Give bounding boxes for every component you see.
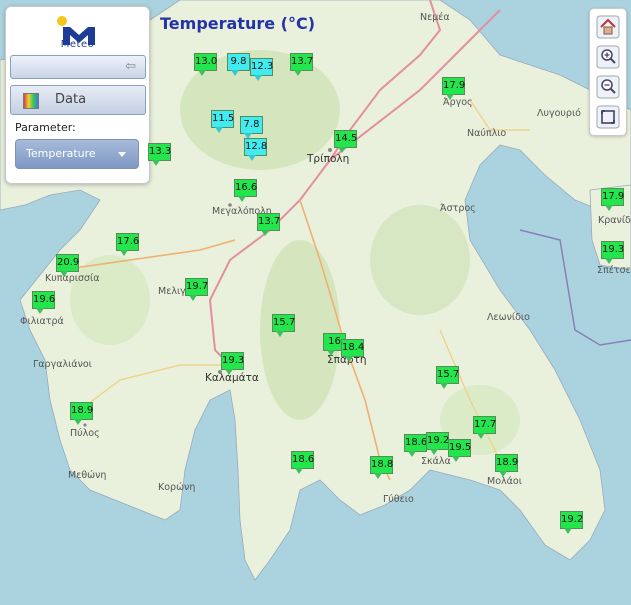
control-panel: Meteo ⇦ Data Parameter: Temperature [5,6,150,184]
place-label: Λυγουριό [537,108,581,119]
home-icon[interactable] [596,15,620,39]
station-marker[interactable]: 18.8 [370,456,393,479]
station-marker[interactable]: 18.9 [495,454,518,477]
station-marker[interactable]: 18.6 [404,434,427,457]
place-label: Γύθειο [383,494,414,505]
station-marker[interactable]: 19.2 [426,432,449,455]
zoom-extent-icon[interactable] [596,105,620,129]
station-marker[interactable]: 19.3 [601,241,624,264]
place-label: Μελιγ [158,286,186,297]
map-toolbar [589,8,627,136]
place-label: Λεωνίδιο [487,312,530,323]
zoom-in-icon[interactable] [596,45,620,69]
arrow-left-icon: ⇦ [125,59,136,74]
place-label: Κορώνη [158,482,195,493]
station-marker[interactable]: 14.5 [334,130,357,153]
station-marker[interactable]: 19.5 [448,439,471,462]
station-marker[interactable]: 7.8 [240,116,263,139]
station-marker[interactable]: 9.8 [227,53,250,76]
station-marker[interactable]: 12.3 [250,58,273,81]
data-button-label: Data [55,92,87,107]
station-marker[interactable]: 12.8 [244,138,267,161]
parameter-select-value: Temperature [26,147,96,160]
color-palette-icon [23,93,39,109]
map-title: Temperature (°C) [160,14,316,33]
station-marker[interactable]: 13.3 [148,143,171,166]
station-marker[interactable]: 17.6 [116,233,139,256]
data-button[interactable]: Data [10,85,146,115]
station-marker[interactable]: 19.6 [32,291,55,314]
station-marker[interactable]: 16.6 [234,179,257,202]
chevron-down-icon [118,152,126,157]
station-marker[interactable]: 19.7 [185,278,208,301]
station-marker[interactable]: 17.9 [601,188,624,211]
station-marker[interactable]: 18.6 [291,451,314,474]
place-label: Ναύπλιο [467,128,506,139]
station-marker[interactable]: 19.2 [560,511,583,534]
station-marker[interactable]: 11.5 [211,110,234,133]
station-marker[interactable]: 15.7 [436,366,459,389]
place-label: Μολάοι [487,476,522,487]
station-marker[interactable]: 18.4 [341,339,364,362]
place-label: Φιλιατρά [20,316,64,327]
station-marker[interactable]: 15.7 [272,314,295,337]
station-marker[interactable]: 17.7 [473,416,496,439]
station-marker[interactable]: 17.9 [442,77,465,100]
station-marker[interactable]: 13.0 [194,53,217,76]
zoom-out-icon[interactable] [596,75,620,99]
place-label: Κυπαρισσία [45,273,99,284]
place-label: Κρανίδ [598,215,631,226]
parameter-select[interactable]: Temperature [15,139,139,169]
place-label: Γαργαλιάνοι [33,359,92,370]
station-marker[interactable]: 18.9 [70,402,93,425]
parameter-label: Parameter: [15,121,76,134]
logo-text: Meteo [60,39,95,50]
place-label: Σπέτσε [597,265,631,276]
station-marker[interactable]: 20.9 [56,254,79,277]
station-marker[interactable]: 13.7 [257,213,280,236]
place-label: Νεμέα [420,12,450,23]
collapse-panel-button[interactable]: ⇦ [10,55,146,79]
place-label: Τρίπολη [306,153,349,165]
station-marker[interactable]: 19.3 [221,352,244,375]
place-label: Πύλος [70,428,100,439]
place-label: Άστρος [440,203,476,214]
place-label: Σκάλα [421,456,451,467]
place-label: Μεθώνη [68,470,106,481]
station-marker[interactable]: 13.7 [290,53,313,76]
